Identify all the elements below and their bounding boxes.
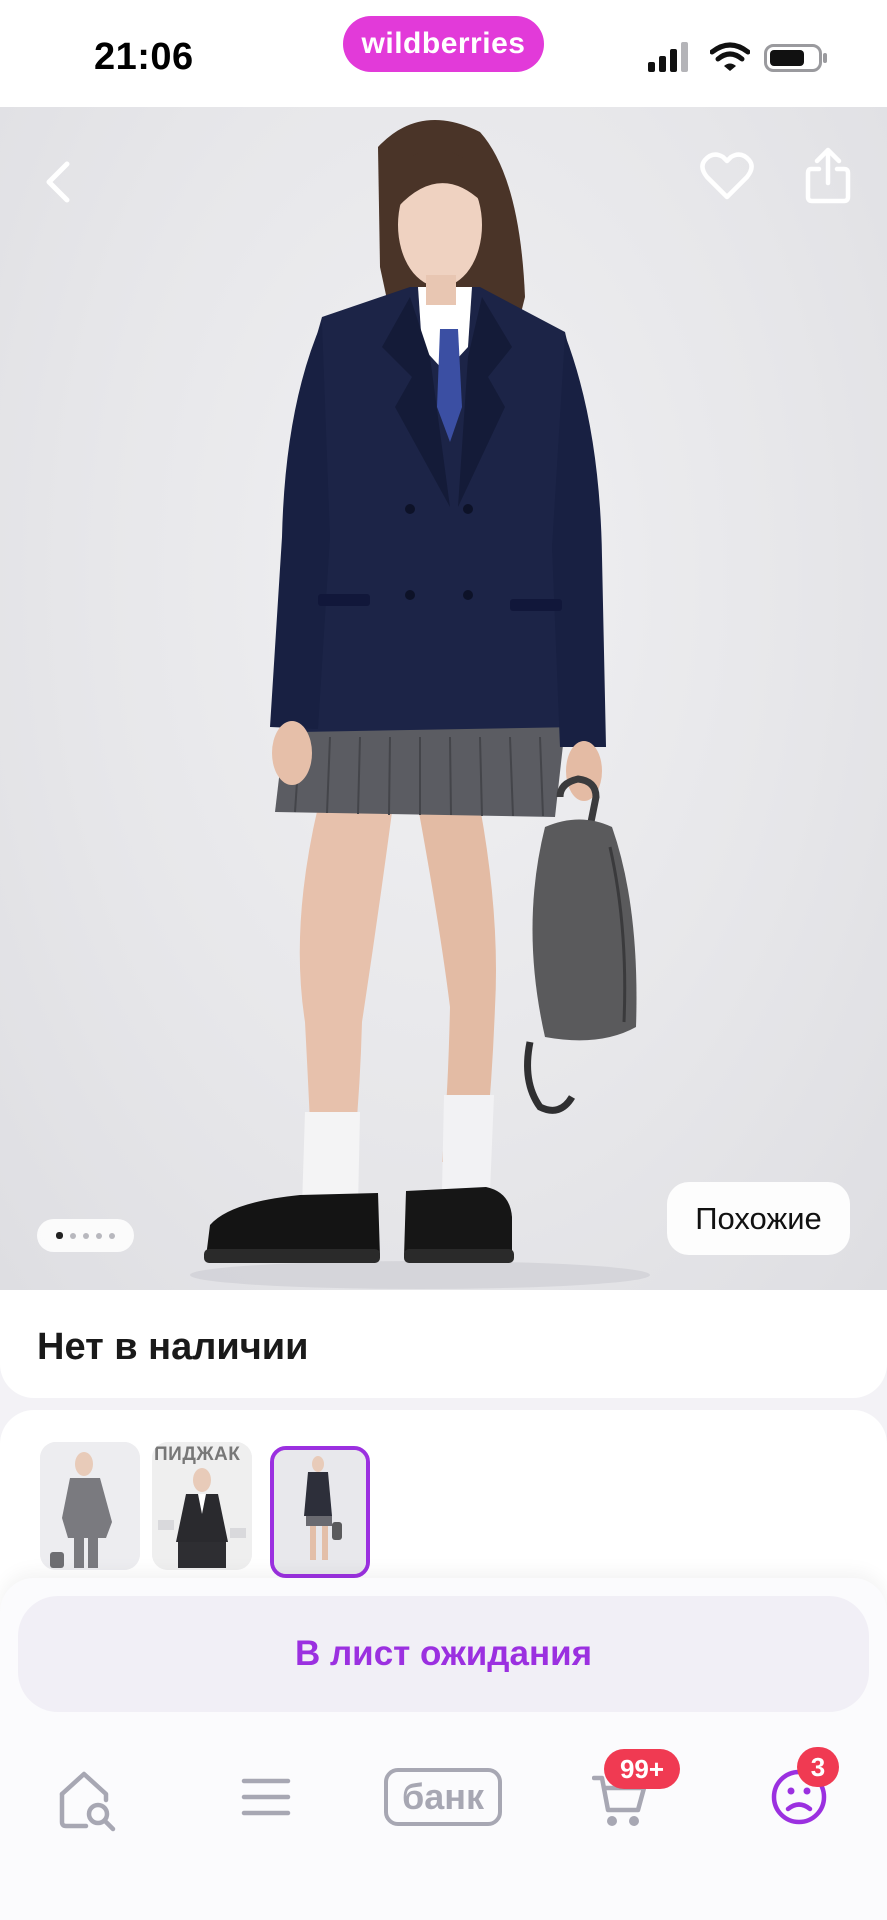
- cellular-signal-icon: [648, 42, 688, 72]
- brand-logo: wildberries: [343, 16, 544, 72]
- wifi-icon: [710, 42, 750, 71]
- bottom-action-sheet: В лист ожидания банк 99+ 3: [0, 1578, 887, 1920]
- availability-card: Нет в наличии: [0, 1290, 887, 1398]
- pagination-dot: [83, 1232, 89, 1239]
- thumbnail-3-selected[interactable]: [270, 1446, 370, 1578]
- heart-icon: [700, 152, 754, 200]
- battery-icon: [764, 44, 827, 72]
- chevron-left-icon: [46, 161, 70, 203]
- pagination-dot: [96, 1232, 102, 1239]
- thumbnail-label: ПИДЖАК: [154, 1444, 241, 1465]
- home-search-icon: [59, 1771, 116, 1832]
- pagination-dot: [70, 1232, 76, 1239]
- tab-bar: банк: [0, 1748, 887, 1858]
- share-icon: [805, 147, 851, 204]
- thumbnail-3-image: [274, 1450, 366, 1574]
- similar-button[interactable]: Похожие: [667, 1182, 850, 1255]
- thumbnail-1-image: [40, 1442, 140, 1570]
- add-to-waitlist-button[interactable]: В лист ожидания: [18, 1596, 869, 1712]
- tab-bank[interactable]: банк: [384, 1768, 502, 1826]
- cart-count-badge: 99+: [604, 1749, 680, 1789]
- availability-status: Нет в наличии: [37, 1326, 309, 1368]
- pagination-dot: [109, 1232, 115, 1239]
- status-bar: 21:06 wildberries: [0, 0, 887, 107]
- pagination-dot: [56, 1232, 63, 1239]
- profile-notification-badge: 3: [797, 1747, 839, 1787]
- menu-icon: [241, 1778, 291, 1816]
- status-time: 21:06: [94, 36, 194, 78]
- thumbnail-2[interactable]: ПИДЖАК: [152, 1442, 252, 1570]
- tab-catalog[interactable]: [238, 1772, 294, 1822]
- favorite-button[interactable]: [696, 145, 758, 207]
- gallery-pagination[interactable]: [37, 1219, 134, 1252]
- product-image[interactable]: Похожие: [0, 107, 887, 1290]
- share-button[interactable]: [800, 143, 856, 209]
- tab-home[interactable]: [56, 1768, 118, 1832]
- back-button[interactable]: [32, 147, 82, 217]
- product-photo-illustration: [190, 120, 650, 1289]
- thumbnail-1[interactable]: [40, 1442, 140, 1570]
